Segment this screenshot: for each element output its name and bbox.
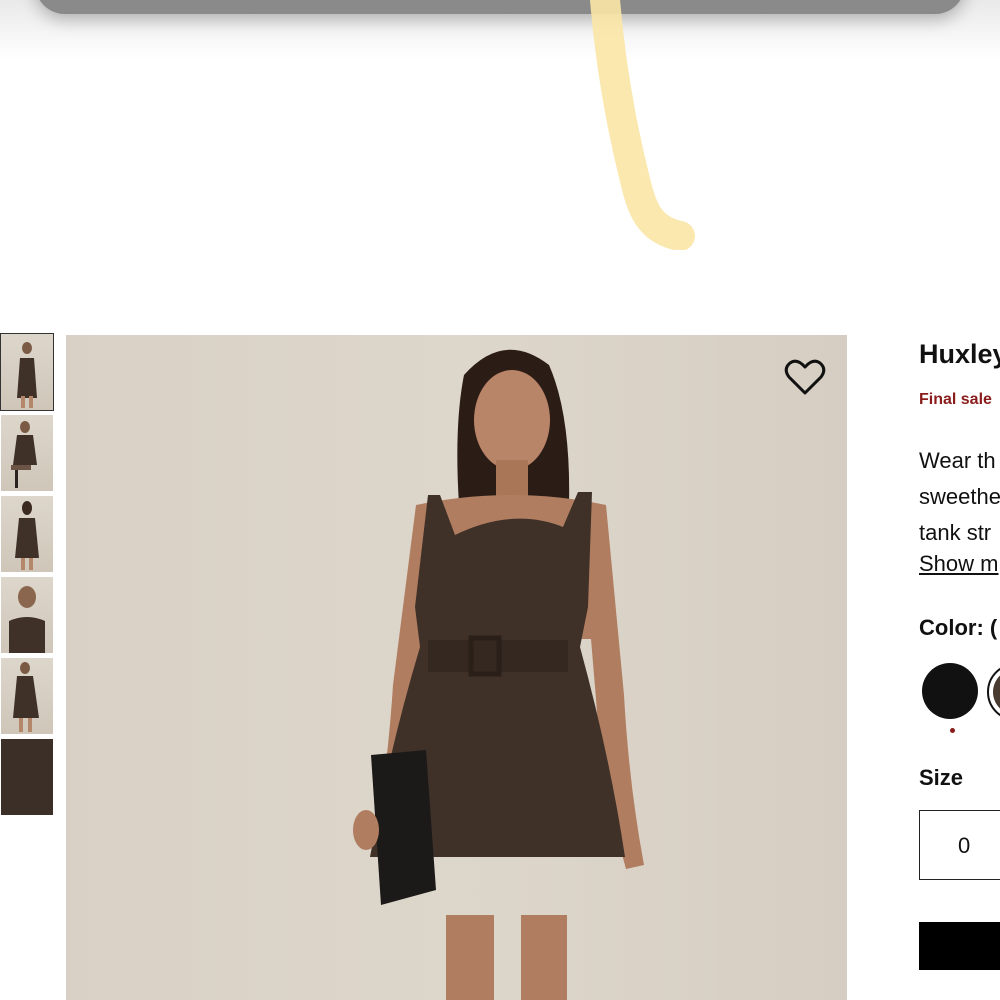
- thumbnail-closeup[interactable]: [1, 577, 53, 653]
- size-label: Size: [919, 765, 964, 790]
- swatch-fill: [993, 669, 1000, 715]
- final-sale-badge: Final sale: [919, 391, 992, 408]
- browser-top-bar: [35, 0, 965, 14]
- show-more-link[interactable]: Show m: [919, 551, 998, 577]
- description-line: sweethe: [919, 484, 1000, 509]
- thumbnail-fabric-swatch[interactable]: [1, 739, 53, 815]
- thumbnail-angle[interactable]: [1, 658, 53, 734]
- color-label: Color: (: [919, 615, 998, 640]
- product-info-panel: Huxley Final sale Wear th sweethe tank s…: [919, 335, 1000, 1000]
- add-to-bag-button[interactable]: [919, 922, 1000, 970]
- thumbnail-back[interactable]: [1, 496, 53, 572]
- highlighter-stroke: [590, 0, 695, 250]
- color-swatch-brown[interactable]: [987, 663, 1000, 721]
- model-photo: [353, 349, 644, 1000]
- wishlist-heart-icon[interactable]: [784, 359, 826, 397]
- selected-color-indicator: [950, 728, 955, 733]
- thumbnail-seated[interactable]: [1, 415, 53, 491]
- product-title: Huxley: [919, 339, 1000, 369]
- size-option-label: 0: [958, 833, 971, 858]
- product-description: Wear th sweethe tank str: [919, 443, 1000, 551]
- description-line: Wear th: [919, 448, 996, 473]
- color-swatch-black[interactable]: [922, 663, 978, 719]
- description-line: tank str: [919, 520, 992, 545]
- thumbnail-front[interactable]: [0, 333, 54, 411]
- product-hero-image: [66, 335, 847, 1000]
- size-option[interactable]: 0: [919, 810, 1000, 880]
